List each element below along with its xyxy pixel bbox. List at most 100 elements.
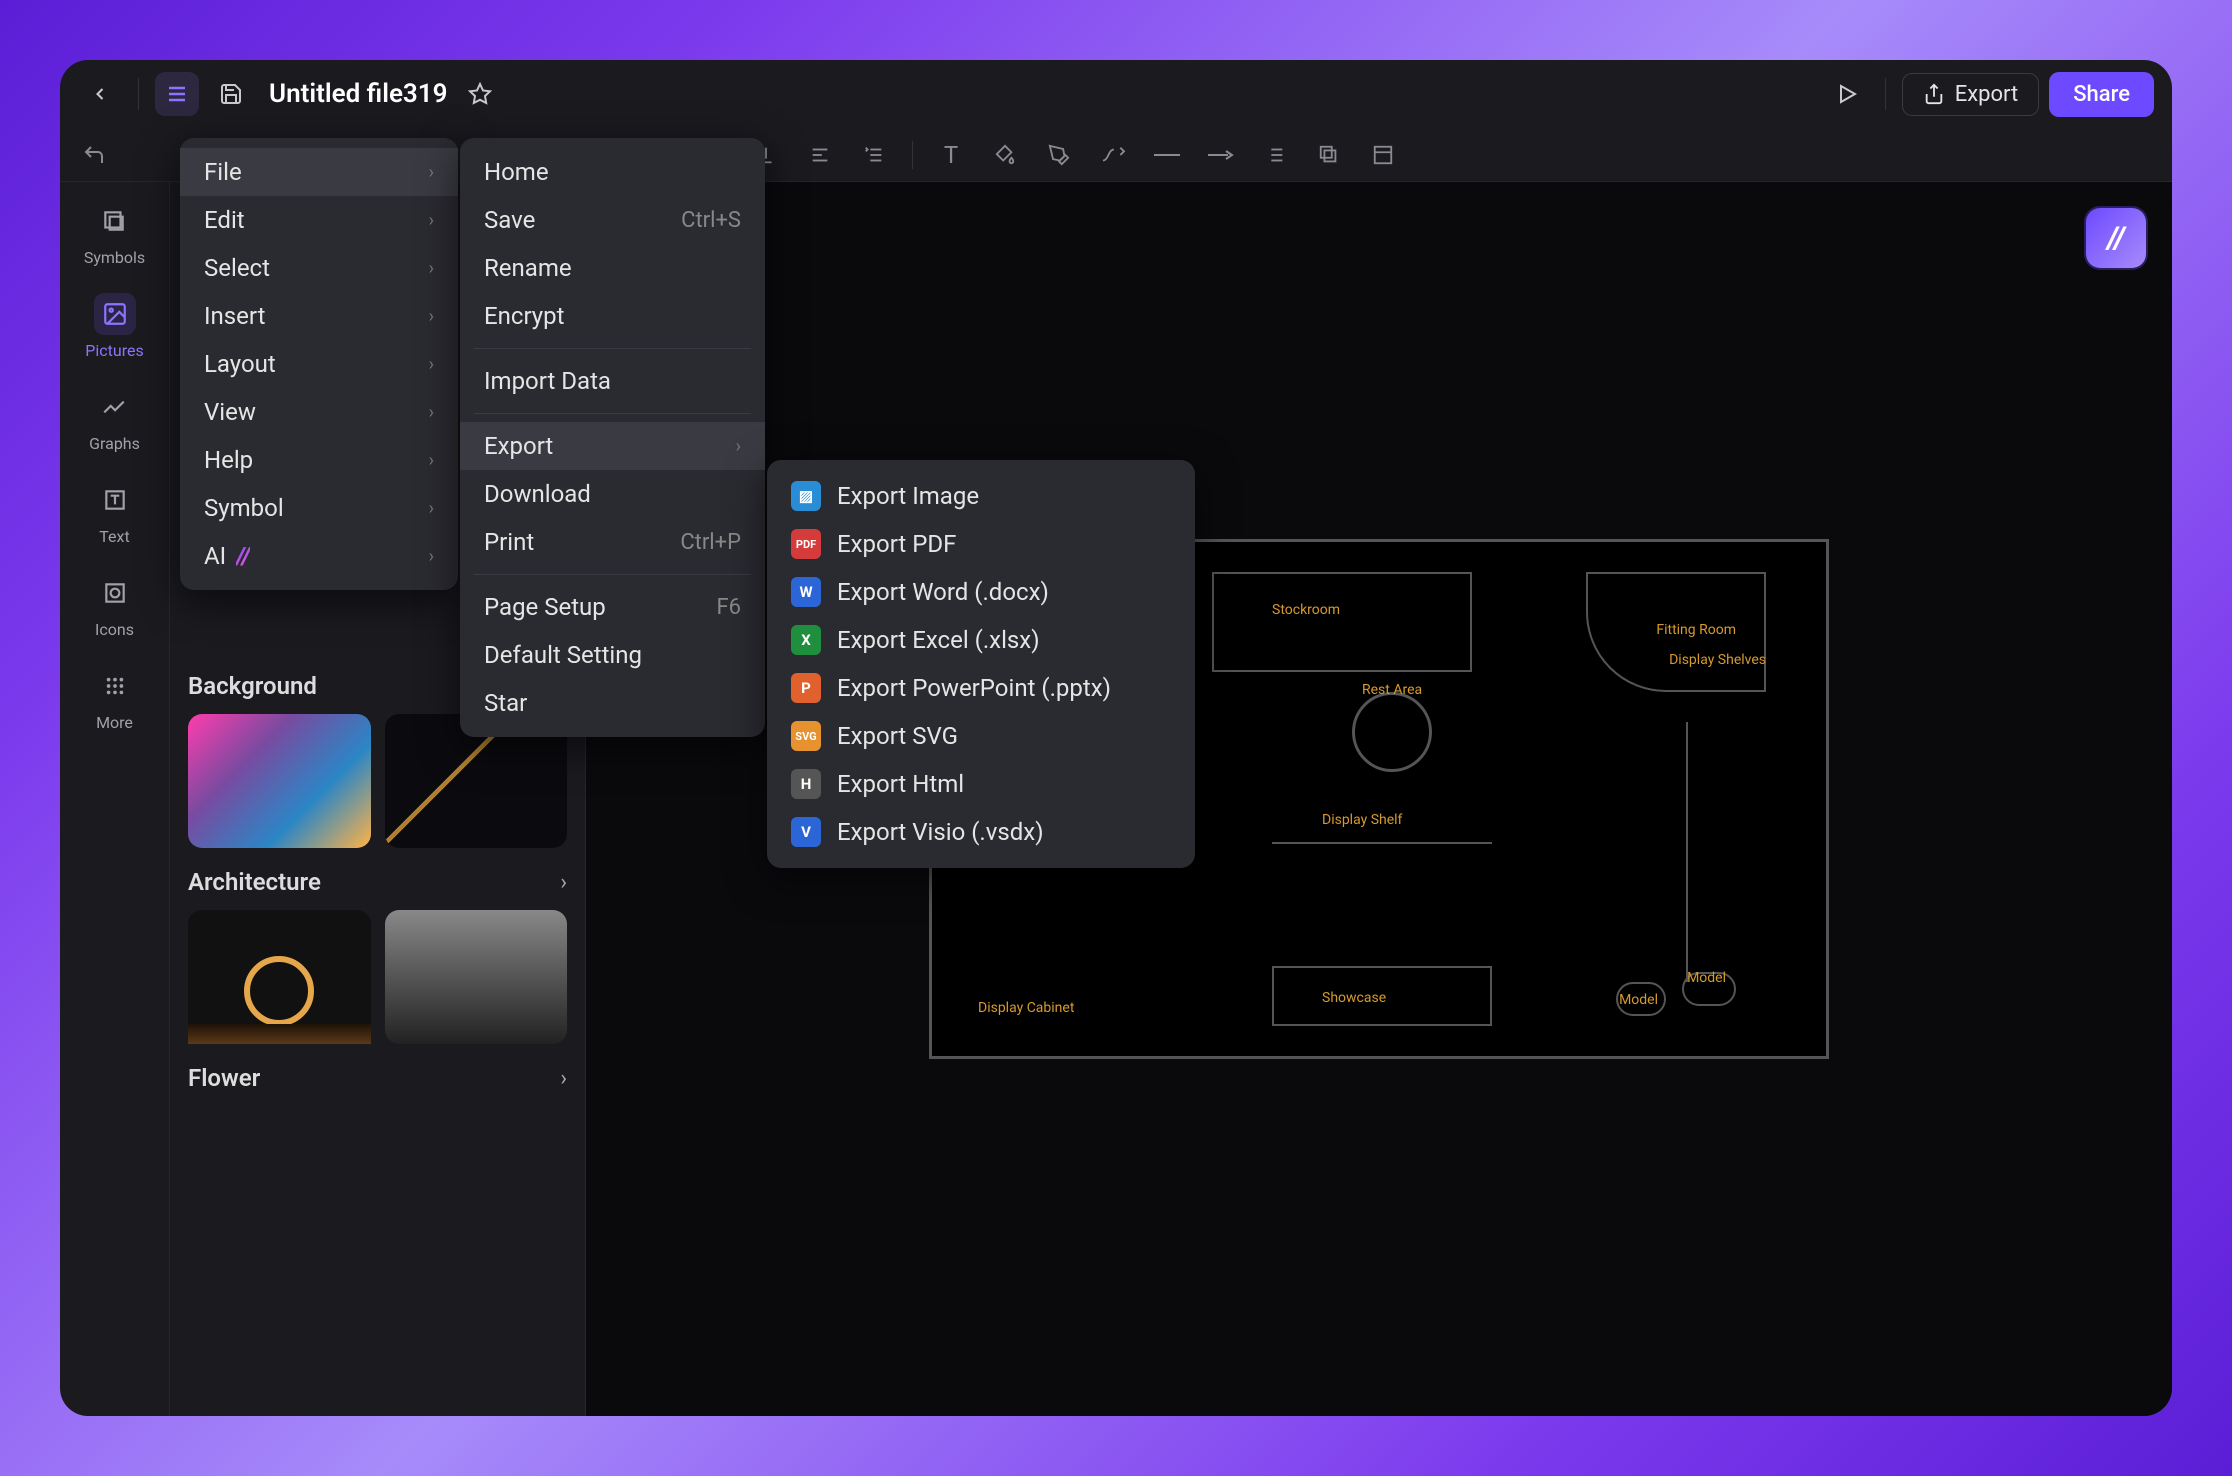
- floor-label: Rest Area: [1362, 682, 1422, 698]
- menu-edit[interactable]: Edit›: [180, 196, 458, 244]
- back-button[interactable]: [78, 72, 122, 116]
- architecture-thumb[interactable]: [188, 910, 371, 1044]
- rail-item-more[interactable]: More: [94, 665, 136, 732]
- menu-encrypt[interactable]: Encrypt: [460, 292, 765, 340]
- connector-icon[interactable]: [1097, 139, 1129, 171]
- text-icon: [94, 479, 136, 521]
- menu-export[interactable]: Export›: [460, 422, 765, 470]
- menu-home[interactable]: Home: [460, 148, 765, 196]
- titlebar: Untitled file319 Export Share: [60, 60, 2172, 128]
- rail-item-graphs[interactable]: Graphs: [89, 386, 140, 453]
- chevron-right-icon: ›: [429, 162, 434, 183]
- visio-file-icon: V: [791, 817, 821, 847]
- text-tool-icon[interactable]: T: [935, 139, 967, 171]
- menu-export-excel[interactable]: XExport Excel (.xlsx): [767, 616, 1195, 664]
- menu-export-powerpoint[interactable]: PExport PowerPoint (.pptx): [767, 664, 1195, 712]
- graphs-icon: [93, 386, 135, 428]
- floor-label: Display Shelves: [1669, 652, 1766, 668]
- chevron-right-icon: ›: [429, 546, 434, 567]
- menu-export-image[interactable]: ▨Export Image: [767, 472, 1195, 520]
- chevron-right-icon: ›: [429, 306, 434, 327]
- export-button-label: Export: [1955, 82, 2019, 107]
- menu-layout[interactable]: Layout›: [180, 340, 458, 388]
- menu-symbol[interactable]: Symbol›: [180, 484, 458, 532]
- play-icon[interactable]: [1825, 72, 1869, 116]
- menu-default-setting[interactable]: Default Setting: [460, 631, 765, 679]
- layout-icon[interactable]: [1367, 139, 1399, 171]
- rail-item-symbols[interactable]: Symbols: [84, 200, 145, 267]
- shortcut-label: Ctrl+S: [681, 208, 741, 233]
- menu-file[interactable]: File›: [180, 148, 458, 196]
- chevron-right-icon: ›: [560, 870, 567, 895]
- menu-download[interactable]: Download: [460, 470, 765, 518]
- menu-star[interactable]: Star: [460, 679, 765, 727]
- floor-label: Model: [1687, 970, 1726, 986]
- floor-label: Stockroom: [1272, 602, 1340, 618]
- architecture-thumb[interactable]: [385, 910, 568, 1044]
- panel-category-label: Architecture: [188, 868, 321, 896]
- floor-label: Display Cabinet: [978, 1000, 1074, 1016]
- menu-ai[interactable]: AI//›: [180, 532, 458, 580]
- rail-item-pictures[interactable]: Pictures: [85, 293, 143, 360]
- menu-help[interactable]: Help›: [180, 436, 458, 484]
- word-file-icon: W: [791, 577, 821, 607]
- list-icon[interactable]: [1259, 139, 1291, 171]
- pdf-file-icon: PDF: [791, 529, 821, 559]
- undo-icon[interactable]: [78, 139, 110, 171]
- floor-label: Fitting Room: [1656, 622, 1736, 638]
- main-menu: File› Edit› Select› Insert› Layout› View…: [180, 138, 458, 590]
- menu-select[interactable]: Select›: [180, 244, 458, 292]
- symbols-icon: [93, 200, 135, 242]
- ai-assistant-badge[interactable]: //: [2086, 208, 2146, 268]
- menu-export-visio[interactable]: VExport Visio (.vsdx): [767, 808, 1195, 856]
- excel-file-icon: X: [791, 625, 821, 655]
- menu-insert[interactable]: Insert›: [180, 292, 458, 340]
- panel-category-label: Flower: [188, 1064, 260, 1092]
- export-submenu: ▨Export Image PDFExport PDF WExport Word…: [767, 460, 1195, 868]
- chevron-right-icon: ›: [429, 450, 434, 471]
- file-name[interactable]: Untitled file319: [269, 79, 448, 109]
- floor-label: Model: [1619, 992, 1658, 1008]
- menu-save[interactable]: SaveCtrl+S: [460, 196, 765, 244]
- rail-label: Icons: [95, 620, 134, 639]
- menu-rename[interactable]: Rename: [460, 244, 765, 292]
- fill-icon[interactable]: [989, 139, 1021, 171]
- rail-item-text[interactable]: Text: [94, 479, 136, 546]
- menu-print[interactable]: PrintCtrl+P: [460, 518, 765, 566]
- line-spacing-icon[interactable]: [858, 139, 890, 171]
- rail-label: Text: [99, 527, 129, 546]
- chevron-right-icon: ›: [429, 354, 434, 375]
- line-style-icon[interactable]: [1151, 139, 1183, 171]
- menu-export-html[interactable]: HExport Html: [767, 760, 1195, 808]
- save-icon[interactable]: [209, 72, 253, 116]
- image-file-icon: ▨: [791, 481, 821, 511]
- align-icon[interactable]: [804, 139, 836, 171]
- ai-icon: //: [236, 542, 250, 570]
- arrow-style-icon[interactable]: [1205, 139, 1237, 171]
- menu-view[interactable]: View›: [180, 388, 458, 436]
- rail-label: Symbols: [84, 248, 145, 267]
- panel-category-flower[interactable]: Flower ›: [188, 1064, 567, 1092]
- menu-page-setup[interactable]: Page SetupF6: [460, 583, 765, 631]
- background-thumb[interactable]: [188, 714, 371, 848]
- icons-icon: [94, 572, 136, 614]
- layers-icon[interactable]: [1313, 139, 1345, 171]
- export-button[interactable]: Export: [1902, 73, 2040, 116]
- chevron-right-icon: ›: [429, 258, 434, 279]
- panel-category-architecture[interactable]: Architecture ›: [188, 868, 567, 896]
- rail-label: More: [96, 713, 133, 732]
- shortcut-label: Ctrl+P: [680, 530, 741, 555]
- menu-import-data[interactable]: Import Data: [460, 357, 765, 405]
- pen-icon[interactable]: [1043, 139, 1075, 171]
- share-button[interactable]: Share: [2049, 72, 2154, 117]
- rail-item-icons[interactable]: Icons: [94, 572, 136, 639]
- floor-label: Showcase: [1322, 990, 1386, 1006]
- chevron-right-icon: ›: [429, 210, 434, 231]
- star-icon[interactable]: [458, 72, 502, 116]
- menu-export-pdf[interactable]: PDFExport PDF: [767, 520, 1195, 568]
- export-icon: [1923, 83, 1945, 105]
- menu-export-svg[interactable]: SVGExport SVG: [767, 712, 1195, 760]
- hamburger-menu-button[interactable]: [155, 72, 199, 116]
- chevron-right-icon: ›: [429, 402, 434, 423]
- menu-export-word[interactable]: WExport Word (.docx): [767, 568, 1195, 616]
